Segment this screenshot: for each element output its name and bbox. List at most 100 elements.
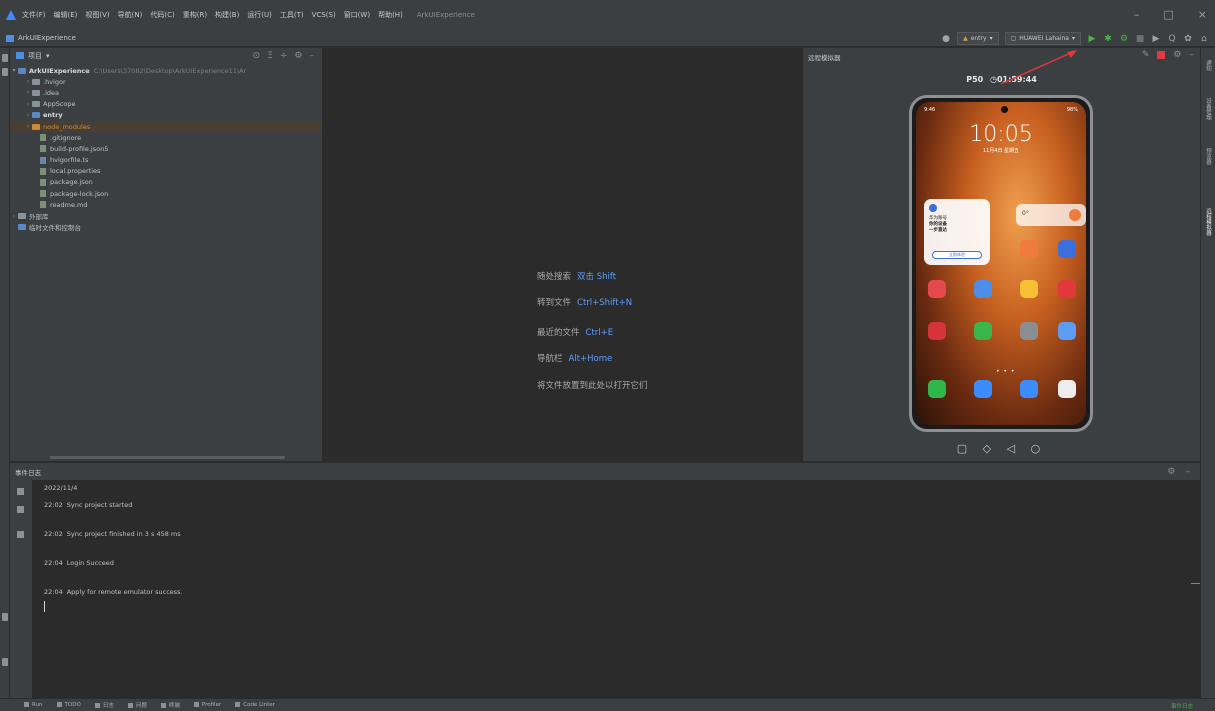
stop-button[interactable]: ■ bbox=[1135, 34, 1145, 44]
expand-all-icon[interactable]: Ξ bbox=[267, 51, 273, 61]
gear-icon[interactable]: ⚙ bbox=[294, 51, 302, 61]
code-linter-tab[interactable]: Code Linter bbox=[235, 702, 275, 708]
run-tab[interactable]: Run bbox=[24, 702, 43, 708]
chevron-right-icon[interactable]: › bbox=[24, 78, 32, 85]
video-app-icon[interactable] bbox=[1020, 240, 1038, 258]
event-log-status[interactable]: 事件日志 bbox=[1171, 702, 1193, 710]
tree-item-hvigorfile[interactable]: hvigorfile.ts bbox=[10, 155, 322, 166]
run-button[interactable]: ▶ bbox=[1087, 34, 1097, 44]
record-icon[interactable] bbox=[1157, 51, 1166, 59]
messages-app-icon[interactable] bbox=[974, 322, 992, 340]
horizontal-scrollbar[interactable] bbox=[50, 456, 285, 459]
chevron-right-icon[interactable]: › bbox=[24, 101, 32, 108]
weather-widget[interactable]: 0° bbox=[1016, 204, 1086, 226]
chevron-right-icon[interactable]: › bbox=[24, 89, 32, 96]
app-icon[interactable] bbox=[1058, 280, 1076, 298]
minimize-button[interactable]: – bbox=[1134, 8, 1140, 21]
phone-app-icon[interactable] bbox=[928, 380, 946, 398]
tree-item-external-libs[interactable]: › 外部库 bbox=[10, 210, 322, 222]
bookmarks-tool-icon[interactable] bbox=[2, 658, 8, 666]
structure-tool-icon[interactable] bbox=[2, 613, 8, 621]
device-manager-tab[interactable]: 设备管理 bbox=[1204, 98, 1212, 120]
menu-help[interactable]: 帮助(H) bbox=[378, 10, 403, 20]
menu-vcs[interactable]: VCS(S) bbox=[312, 11, 336, 19]
app-icon[interactable] bbox=[1020, 280, 1038, 298]
menu-build[interactable]: 构建(B) bbox=[215, 10, 239, 20]
chevron-down-icon[interactable]: ▾ bbox=[46, 52, 50, 60]
breadcrumb[interactable]: ArkUIExperience bbox=[6, 34, 76, 42]
log-tab[interactable]: 日志 bbox=[95, 701, 114, 709]
tree-item-gitignore[interactable]: .gitignore bbox=[10, 132, 322, 143]
terminal-tab[interactable]: 终端 bbox=[161, 701, 180, 709]
music-app-icon[interactable] bbox=[1058, 240, 1076, 258]
module-select[interactable]: ▲ entry ▾ bbox=[957, 32, 999, 45]
menu-edit[interactable]: 编辑(E) bbox=[54, 10, 78, 20]
promo-widget[interactable]: 华为账号 你的设备 一步直达 立即体验 bbox=[924, 199, 990, 265]
log-entry[interactable]: 22:02 Sync project started bbox=[44, 501, 132, 509]
collapse-all-icon[interactable]: ÷ bbox=[280, 51, 288, 61]
app-icon[interactable] bbox=[1058, 322, 1076, 340]
browser-app-icon[interactable] bbox=[1020, 380, 1038, 398]
chevron-right-icon[interactable]: › bbox=[10, 213, 18, 220]
folder-tool-icon[interactable] bbox=[2, 68, 8, 76]
previewer-tab[interactable]: 预览器 bbox=[1204, 148, 1212, 165]
messaging-app-icon[interactable] bbox=[974, 380, 992, 398]
app-icon[interactable] bbox=[974, 280, 992, 298]
todo-tab[interactable]: TODO bbox=[57, 702, 81, 708]
phone-frame[interactable]: 9:46 98% 10:05 11月4日 星期五 华为账号 你的设备 一步直达 … bbox=[909, 95, 1093, 432]
gear-icon[interactable]: ⚙ bbox=[1167, 467, 1175, 477]
project-panel-title[interactable]: 项目 bbox=[28, 51, 42, 61]
profiler-tab[interactable]: Profiler bbox=[194, 702, 221, 708]
menu-code[interactable]: 代码(C) bbox=[150, 10, 174, 20]
menu-tools[interactable]: 工具(T) bbox=[280, 10, 304, 20]
emulator-nav-buttons[interactable]: ▢ ◇ ◁ ○ bbox=[803, 442, 1200, 455]
remote-emulator-tab[interactable]: 远程模拟器 bbox=[1204, 208, 1212, 236]
hide-icon[interactable]: – bbox=[1190, 50, 1195, 60]
widget-button[interactable]: 立即体验 bbox=[932, 251, 982, 259]
sync-icon[interactable]: ● bbox=[941, 34, 951, 44]
menu-view[interactable]: 视图(V) bbox=[85, 10, 109, 20]
menu-run[interactable]: 运行(U) bbox=[247, 10, 272, 20]
breadcrumb-project[interactable]: ArkUIExperience bbox=[18, 34, 76, 42]
clear-log-icon[interactable] bbox=[17, 506, 24, 513]
search-button[interactable]: Q bbox=[1167, 34, 1177, 44]
attach-debugger-button[interactable]: ⚙ bbox=[1119, 34, 1129, 44]
tree-item-readme[interactable]: readme.md bbox=[10, 199, 322, 210]
log-entry[interactable]: 22:02 Sync project finished in 3 s 458 ms bbox=[44, 530, 181, 538]
hide-icon[interactable]: – bbox=[310, 51, 315, 61]
event-log-title[interactable]: 事件日志 bbox=[15, 467, 41, 477]
maximize-button[interactable]: □ bbox=[1163, 8, 1173, 21]
camera-app-icon[interactable] bbox=[1058, 380, 1076, 398]
chevron-down-icon[interactable]: ▾ bbox=[10, 67, 18, 74]
tree-item-entry[interactable]: › entry bbox=[10, 110, 322, 121]
menu-window[interactable]: 窗口(W) bbox=[344, 10, 370, 20]
project-tool-icon[interactable] bbox=[2, 54, 8, 62]
settings-app-icon[interactable] bbox=[1020, 322, 1038, 340]
account-button[interactable]: ⌂ bbox=[1199, 34, 1209, 44]
log-entry[interactable]: 22:04 Login Succeed bbox=[44, 559, 114, 567]
log-entry[interactable]: 22:04 Apply for remote emulator success. bbox=[44, 588, 183, 596]
notifications-tab[interactable]: 通知 bbox=[1204, 60, 1212, 71]
app-icon[interactable] bbox=[928, 280, 946, 298]
tree-item-package-json[interactable]: package.json bbox=[10, 177, 322, 188]
settings-button[interactable]: ✿ bbox=[1183, 34, 1193, 44]
chevron-right-icon[interactable]: › bbox=[24, 112, 32, 119]
tree-item-node-modules[interactable]: › node_modules bbox=[10, 120, 322, 133]
tree-item-appscope[interactable]: › AppScope bbox=[10, 99, 322, 110]
menu-file[interactable]: 文件(F) bbox=[22, 10, 46, 20]
menu-navigate[interactable]: 导航(N) bbox=[118, 10, 143, 20]
device-manager-icon[interactable]: ▶ bbox=[1151, 34, 1161, 44]
pin-icon[interactable]: ✎ bbox=[1142, 50, 1150, 60]
close-button[interactable]: × bbox=[1198, 8, 1207, 21]
tree-item-hvigor[interactable]: › .hvigor bbox=[10, 76, 322, 87]
gear-icon[interactable]: ⚙ bbox=[1173, 50, 1181, 60]
hide-icon[interactable]: – bbox=[1186, 467, 1191, 477]
menu-refactor[interactable]: 重构(R) bbox=[183, 10, 207, 20]
phone-screen[interactable]: 9:46 98% 10:05 11月4日 星期五 华为账号 你的设备 一步直达 … bbox=[916, 102, 1086, 425]
editor-area[interactable]: 随处搜索 双击 Shift 转到文件 Ctrl+Shift+N 最近的文件 Ctrl+… bbox=[323, 48, 803, 461]
tree-item-build-profile[interactable]: build-profile.json5 bbox=[10, 143, 322, 154]
mark-read-icon[interactable] bbox=[17, 488, 24, 495]
problems-tab[interactable]: 问题 bbox=[128, 701, 147, 709]
app-icon[interactable] bbox=[928, 322, 946, 340]
tree-item-package-lock[interactable]: package-lock.json bbox=[10, 188, 322, 199]
